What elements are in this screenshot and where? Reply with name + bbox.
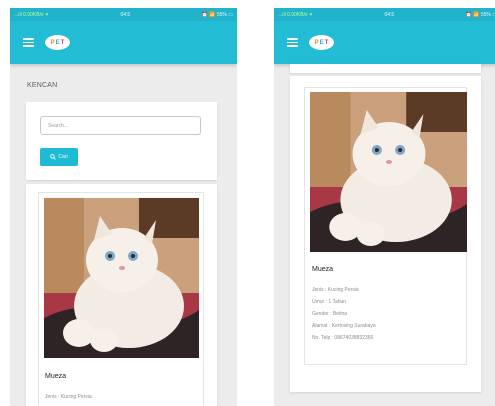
cat-detail-umur: Umur : 1 Tahun bbox=[312, 299, 347, 305]
page-title: KENCAN bbox=[27, 82, 58, 89]
menu-icon[interactable] bbox=[287, 38, 298, 47]
app-bar: PET bbox=[10, 21, 237, 64]
cat-name: Mueza bbox=[312, 266, 334, 273]
cat-detail-jenis: Jenis : Kucing Persia bbox=[45, 394, 92, 400]
status-left: ...ıll 0.00KB/s ✦ bbox=[278, 11, 314, 18]
cat-photo bbox=[44, 198, 199, 358]
status-time: 04:5 bbox=[384, 11, 395, 18]
search-card: Search... Cari bbox=[26, 102, 217, 180]
cat-photo bbox=[310, 92, 467, 252]
app-logo[interactable]: PET bbox=[45, 35, 70, 50]
cat-detail-telp: No. Telp : 08674038832366 bbox=[312, 335, 374, 341]
search-icon bbox=[50, 154, 57, 160]
search-button[interactable]: Cari bbox=[40, 148, 78, 166]
status-right: ⏰ 📶 55% ▭ bbox=[465, 11, 495, 18]
search-button-label: Cari bbox=[58, 154, 68, 160]
cat-details: Jenis : Kucing Persia bbox=[45, 391, 92, 403]
cat-detail-jenis: Jenis : Kucing Persia bbox=[312, 287, 359, 293]
status-right: ⏰ 📶 55% ▭ bbox=[201, 11, 233, 18]
status-time: 04:5 bbox=[120, 11, 131, 18]
status-left: ...ıll 0.00KB/s ✦ bbox=[14, 11, 50, 18]
cat-card[interactable]: Mueza Jenis : Kucing Persia Umur : 1 Tah… bbox=[304, 87, 467, 365]
cat-details: Jenis : Kucing Persia Umur : 1 Tahun Gen… bbox=[312, 284, 376, 344]
cat-detail-gender: Gender : Betina bbox=[312, 311, 348, 317]
search-card-bottom bbox=[290, 64, 481, 73]
status-bar: ...ıll 0.00KB/s ✦ 04:5 ⏰ 📶 55% ▭ bbox=[10, 8, 237, 21]
app-bar: PET bbox=[274, 21, 495, 64]
results-card: Mueza Jenis : Kucing Persia Umur : 1 Tah… bbox=[290, 76, 481, 392]
app-logo[interactable]: PET bbox=[309, 35, 334, 50]
results-card: Mueza Jenis : Kucing Persia bbox=[26, 184, 217, 406]
search-input[interactable]: Search... bbox=[40, 116, 201, 135]
cat-name: Mueza bbox=[45, 373, 67, 380]
phone-screen-right: ...ıll 0.00KB/s ✦ 04:5 ⏰ 📶 55% ▭ PET Mue… bbox=[274, 8, 495, 406]
cat-card[interactable]: Mueza Jenis : Kucing Persia bbox=[38, 192, 204, 406]
cat-detail-alamat: Alamat : Kertosing Surabaya bbox=[312, 323, 376, 329]
status-bar: ...ıll 0.00KB/s ✦ 04:5 ⏰ 📶 55% ▭ bbox=[274, 8, 495, 21]
phone-screen-left: ...ıll 0.00KB/s ✦ 04:5 ⏰ 📶 55% ▭ PET KEN… bbox=[10, 8, 237, 406]
menu-icon[interactable] bbox=[23, 38, 34, 47]
